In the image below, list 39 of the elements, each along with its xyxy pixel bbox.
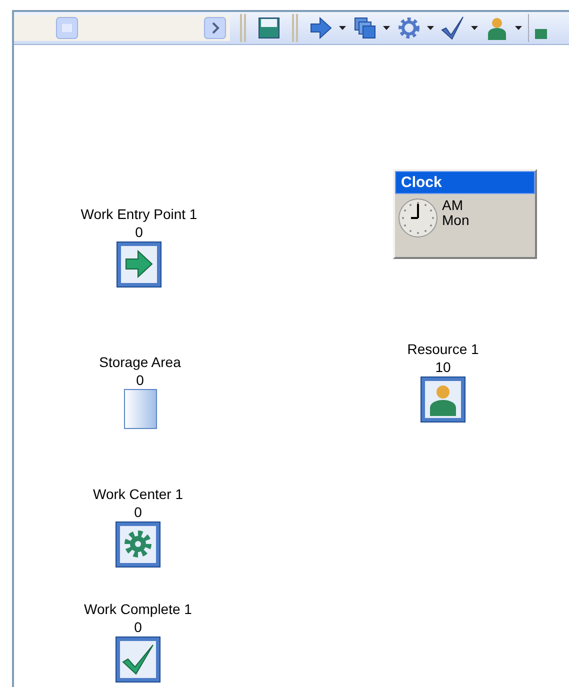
checkmark-icon	[440, 15, 466, 41]
node-label: Resource 1	[407, 340, 479, 358]
node-label: Work Center 1	[93, 485, 183, 503]
toolbar-button[interactable]	[308, 15, 346, 41]
caret-icon	[383, 26, 390, 30]
caret-icon	[515, 26, 522, 30]
clock-period: AM	[442, 198, 464, 213]
node-label: Work Complete 1	[84, 600, 192, 618]
node-count: 0	[135, 223, 143, 241]
node-label: Storage Area	[99, 353, 181, 371]
toolbar-button[interactable]	[352, 15, 390, 41]
clock-day: Mon	[442, 213, 470, 228]
toolbar-button[interactable]	[396, 15, 434, 41]
copy-icon	[352, 15, 378, 41]
caret-icon	[471, 26, 478, 30]
node-count: 0	[136, 371, 144, 389]
toolbar-button[interactable]	[440, 15, 478, 41]
gear-icon[interactable]	[115, 521, 161, 568]
toolbar-grip[interactable]	[292, 14, 298, 42]
toolbar-grip[interactable]	[240, 14, 246, 42]
node-count: 0	[134, 503, 142, 521]
toolbar-button[interactable]	[256, 15, 282, 41]
clock-icon	[398, 198, 438, 238]
clock-panel[interactable]: Clock AM Mon	[393, 169, 537, 259]
scrollbar[interactable]	[14, 15, 230, 41]
node-count: 0	[134, 618, 142, 636]
node-count: 10	[435, 358, 451, 376]
caret-icon	[427, 26, 434, 30]
caret-icon	[339, 26, 346, 30]
scroll-right-icon[interactable]	[204, 17, 226, 39]
arrow-icon	[308, 15, 334, 41]
person-icon[interactable]	[420, 376, 466, 423]
gear-icon	[396, 15, 422, 41]
node-label: Work Entry Point 1	[80, 205, 198, 223]
storage-icon[interactable]	[124, 389, 156, 429]
clock-title: Clock	[395, 171, 535, 194]
save-icon	[256, 15, 282, 41]
scroll-thumb[interactable]	[56, 17, 78, 39]
checkmark-icon[interactable]	[115, 636, 161, 683]
